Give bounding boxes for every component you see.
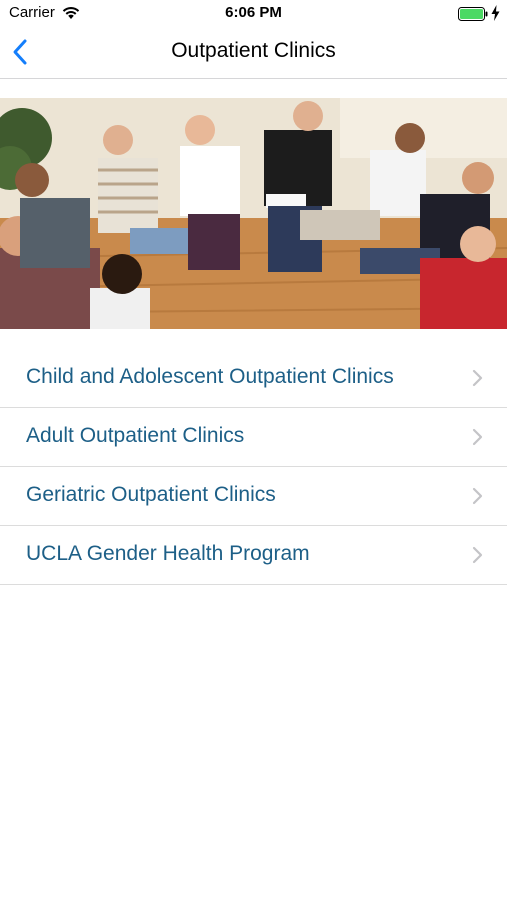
clock: 6:06 PM [225, 4, 282, 21]
chevron-right-icon [472, 369, 483, 387]
list-item[interactable]: UCLA Gender Health Program [0, 526, 507, 585]
chevron-left-icon [13, 39, 27, 65]
back-button[interactable] [6, 36, 40, 70]
clinic-label: Child and Adolescent Outpatient Clinics [26, 365, 394, 388]
clinic-list: Child and Adolescent Outpatient Clinics … [0, 349, 507, 585]
status-bar: Carrier 6:06 PM [0, 0, 507, 28]
battery-icon [458, 7, 488, 21]
list-item[interactable]: Child and Adolescent Outpatient Clinics [0, 349, 507, 408]
navigation-bar: Outpatient Clinics [0, 28, 507, 79]
chevron-right-icon [472, 428, 483, 446]
group-therapy-photo [0, 98, 507, 329]
chevron-right-icon [472, 546, 483, 564]
list-item[interactable]: Geriatric Outpatient Clinics [0, 467, 507, 526]
clinic-label: Adult Outpatient Clinics [26, 424, 245, 447]
hero-image [0, 98, 507, 329]
clinic-label: Geriatric Outpatient Clinics [26, 483, 276, 506]
page-title: Outpatient Clinics [171, 39, 336, 62]
list-item[interactable]: Adult Outpatient Clinics [0, 408, 507, 467]
charging-bolt-icon [491, 5, 500, 21]
chevron-right-icon [472, 487, 483, 505]
clinic-label: UCLA Gender Health Program [26, 542, 310, 565]
